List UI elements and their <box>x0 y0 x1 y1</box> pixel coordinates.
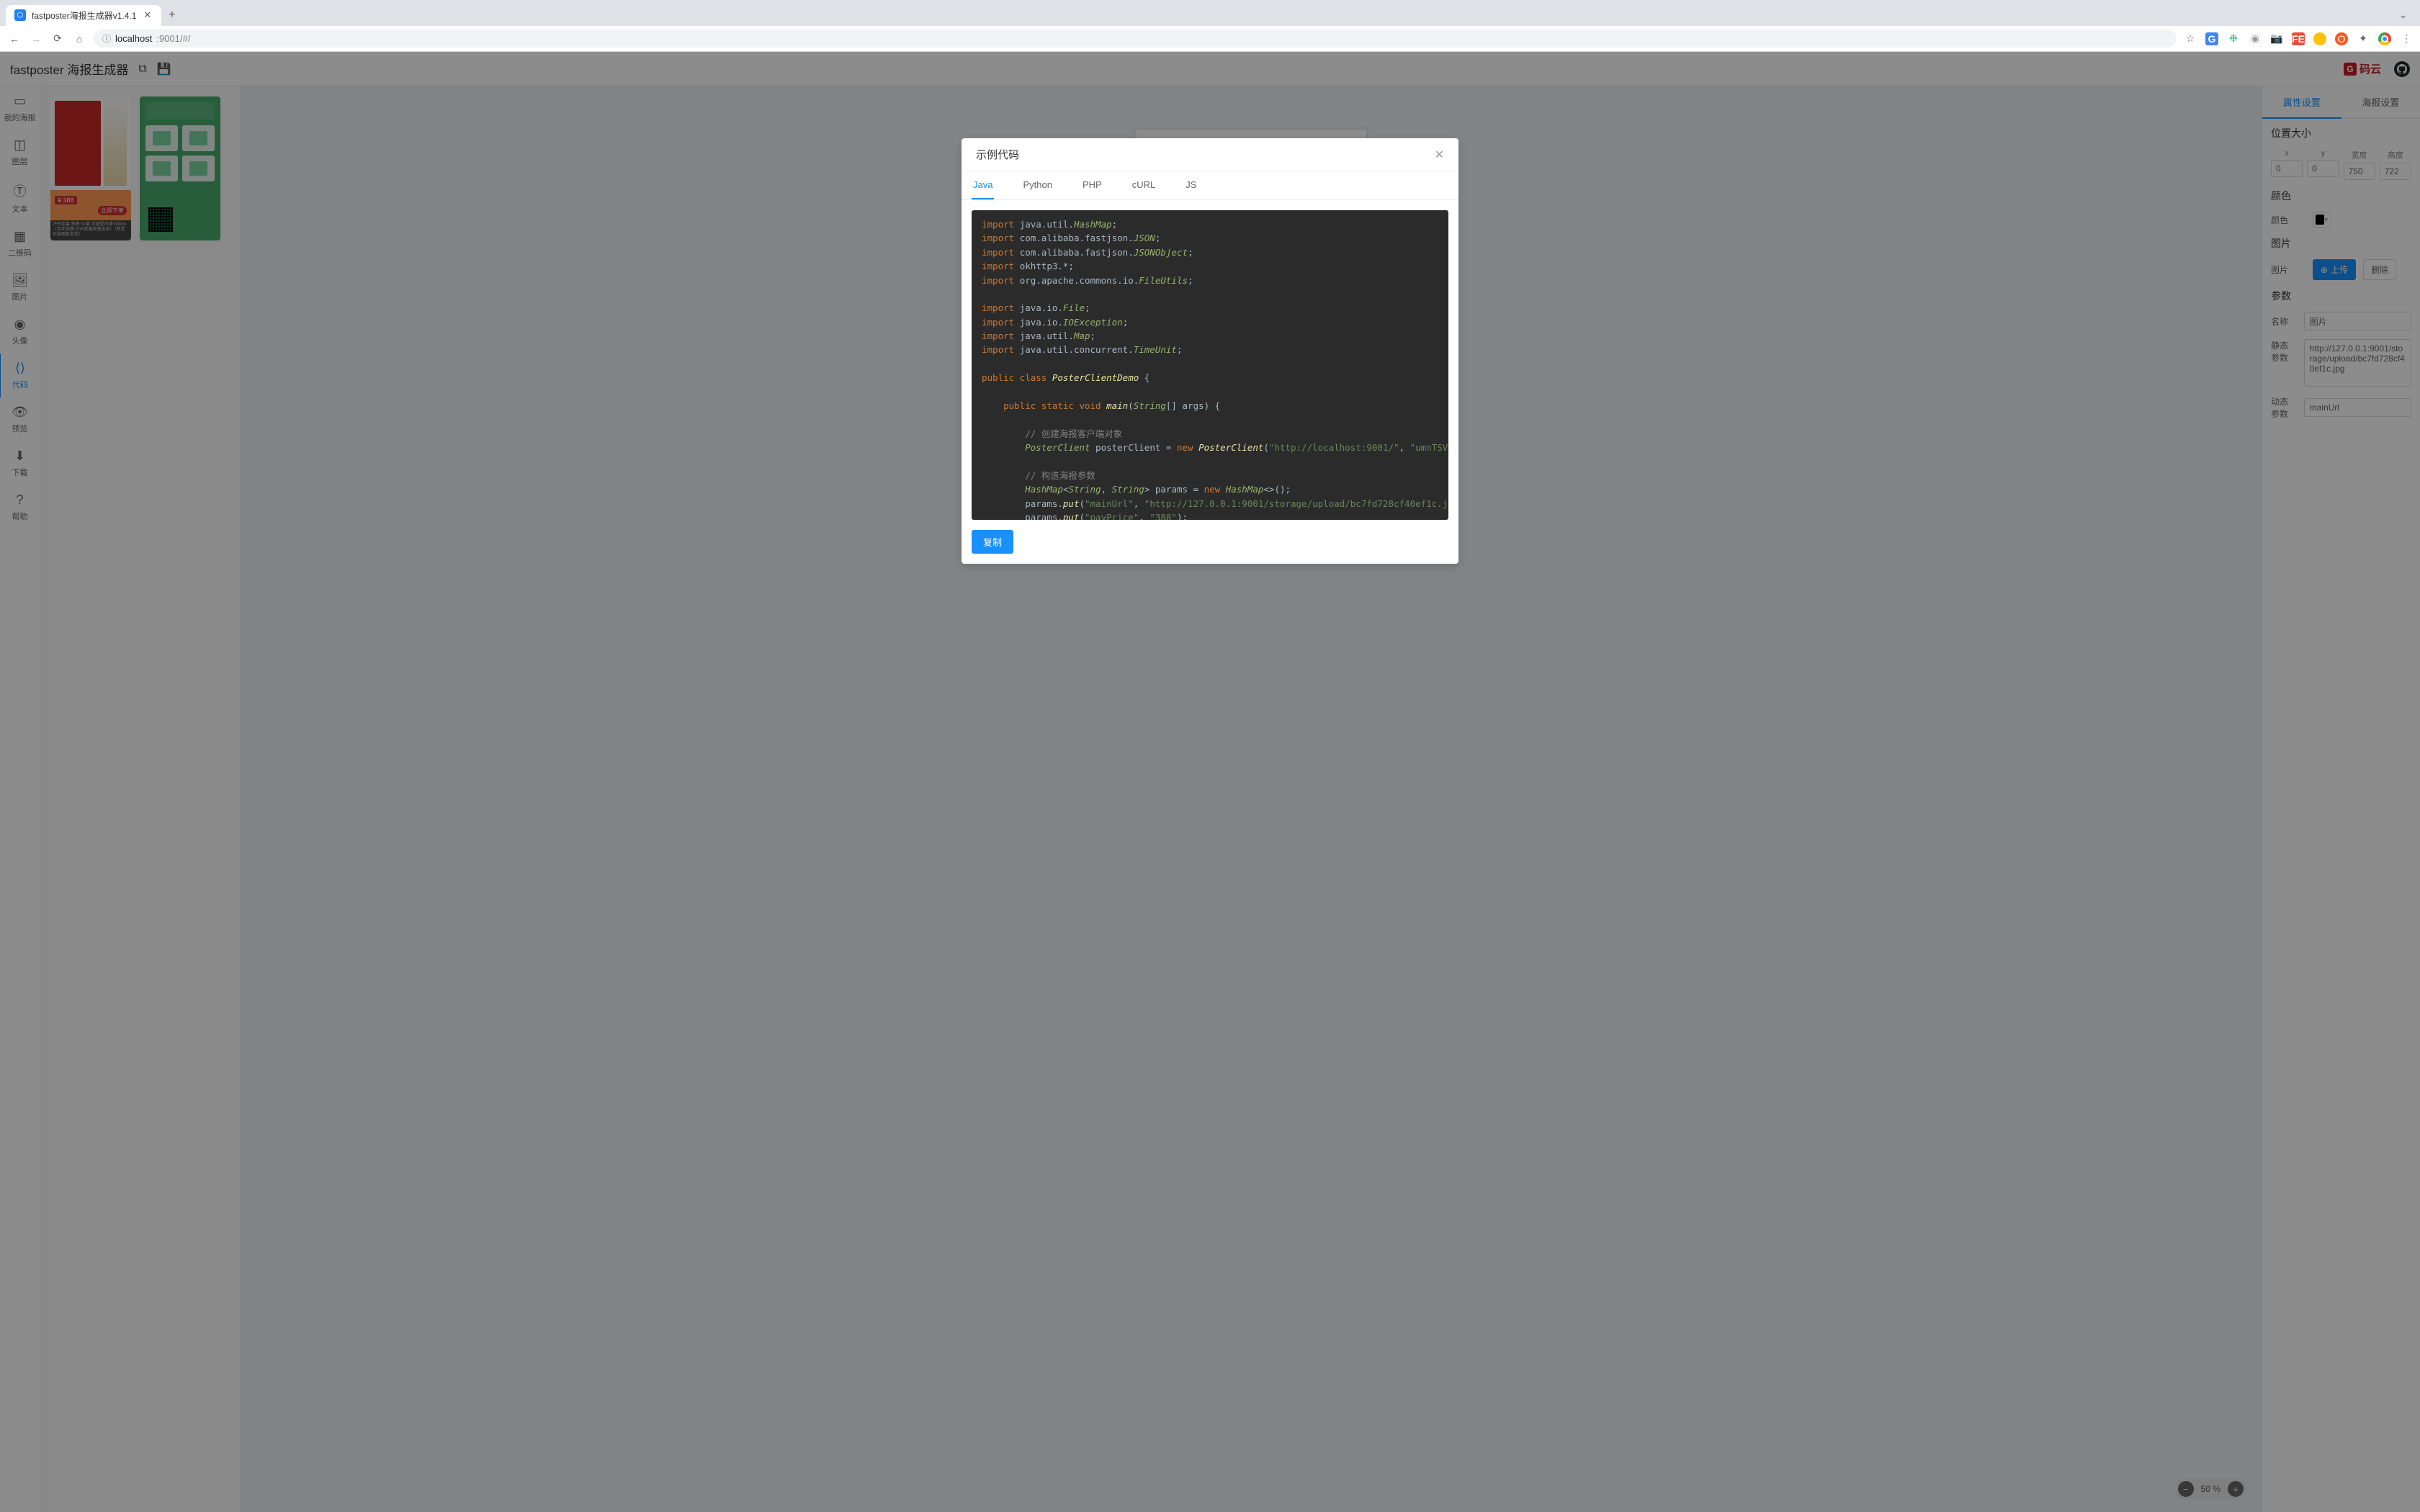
favicon-icon: ⬡ <box>14 9 26 21</box>
close-icon[interactable]: ✕ <box>142 9 153 21</box>
back-button[interactable]: ← <box>7 33 22 45</box>
address-bar: ← → ⟳ ⌂ ⓘ localhost :9001/#/ ☆ G ❉ ◉ 📷 FE… <box>0 26 2420 52</box>
bookmark-icon[interactable]: ☆ <box>2184 32 2197 45</box>
tab-bar: ⬡ fastposter海报生成器v1.4.1 ✕ + ⌄ <box>0 0 2420 26</box>
code-modal: 示例代码 ✕ Java Python PHP cURL JS import ja… <box>962 138 1458 564</box>
modal-tabs: Java Python PHP cURL JS <box>962 171 1458 200</box>
chevron-down-icon[interactable]: ⌄ <box>2399 9 2407 21</box>
browser-tab[interactable]: ⬡ fastposter海报生成器v1.4.1 ✕ <box>6 5 161 26</box>
translate-icon[interactable]: G <box>2205 32 2218 45</box>
info-icon: ⓘ <box>102 32 111 45</box>
code-block[interactable]: import java.util.HashMap; import com.ali… <box>972 210 1448 520</box>
close-icon[interactable]: ✕ <box>1435 148 1444 162</box>
evernote-icon[interactable]: ❉ <box>2227 32 2240 45</box>
tab-title: fastposter海报生成器v1.4.1 <box>32 9 136 22</box>
forward-button[interactable]: → <box>29 33 43 45</box>
extension-icon[interactable] <box>2313 32 2326 45</box>
tab-php[interactable]: PHP <box>1081 171 1103 199</box>
modal-title: 示例代码 <box>976 147 1019 162</box>
menu-icon[interactable]: ⋮ <box>2400 32 2413 45</box>
home-button[interactable]: ⌂ <box>72 33 86 45</box>
extension-icons: ☆ G ❉ ◉ 📷 FE O ✦ ⋮ <box>2184 32 2413 45</box>
extensions-button[interactable]: ✦ <box>2357 32 2370 45</box>
extension-icon[interactable]: FE <box>2292 32 2305 45</box>
extension-icon[interactable]: ◉ <box>2249 32 2262 45</box>
window-controls: ⌄ <box>2399 9 2414 21</box>
url-host: localhost <box>115 33 152 44</box>
camera-icon[interactable]: 📷 <box>2270 32 2283 45</box>
tab-js[interactable]: JS <box>1184 171 1198 199</box>
url-field[interactable]: ⓘ localhost :9001/#/ <box>94 30 2177 48</box>
browser-chrome: ⬡ fastposter海报生成器v1.4.1 ✕ + ⌄ ← → ⟳ ⌂ ⓘ … <box>0 0 2420 52</box>
tab-java[interactable]: Java <box>972 171 994 199</box>
reload-button[interactable]: ⟳ <box>50 32 65 45</box>
tab-python[interactable]: Python <box>1021 171 1053 199</box>
url-path: :9001/#/ <box>156 33 190 44</box>
tab-curl[interactable]: cURL <box>1131 171 1157 199</box>
extension-icon[interactable]: O <box>2335 32 2348 45</box>
copy-button[interactable]: 复制 <box>972 530 1013 554</box>
new-tab-button[interactable]: + <box>161 6 182 24</box>
chrome-profile-icon[interactable] <box>2378 32 2391 45</box>
modal-overlay[interactable]: 示例代码 ✕ Java Python PHP cURL JS import ja… <box>0 52 2420 1512</box>
